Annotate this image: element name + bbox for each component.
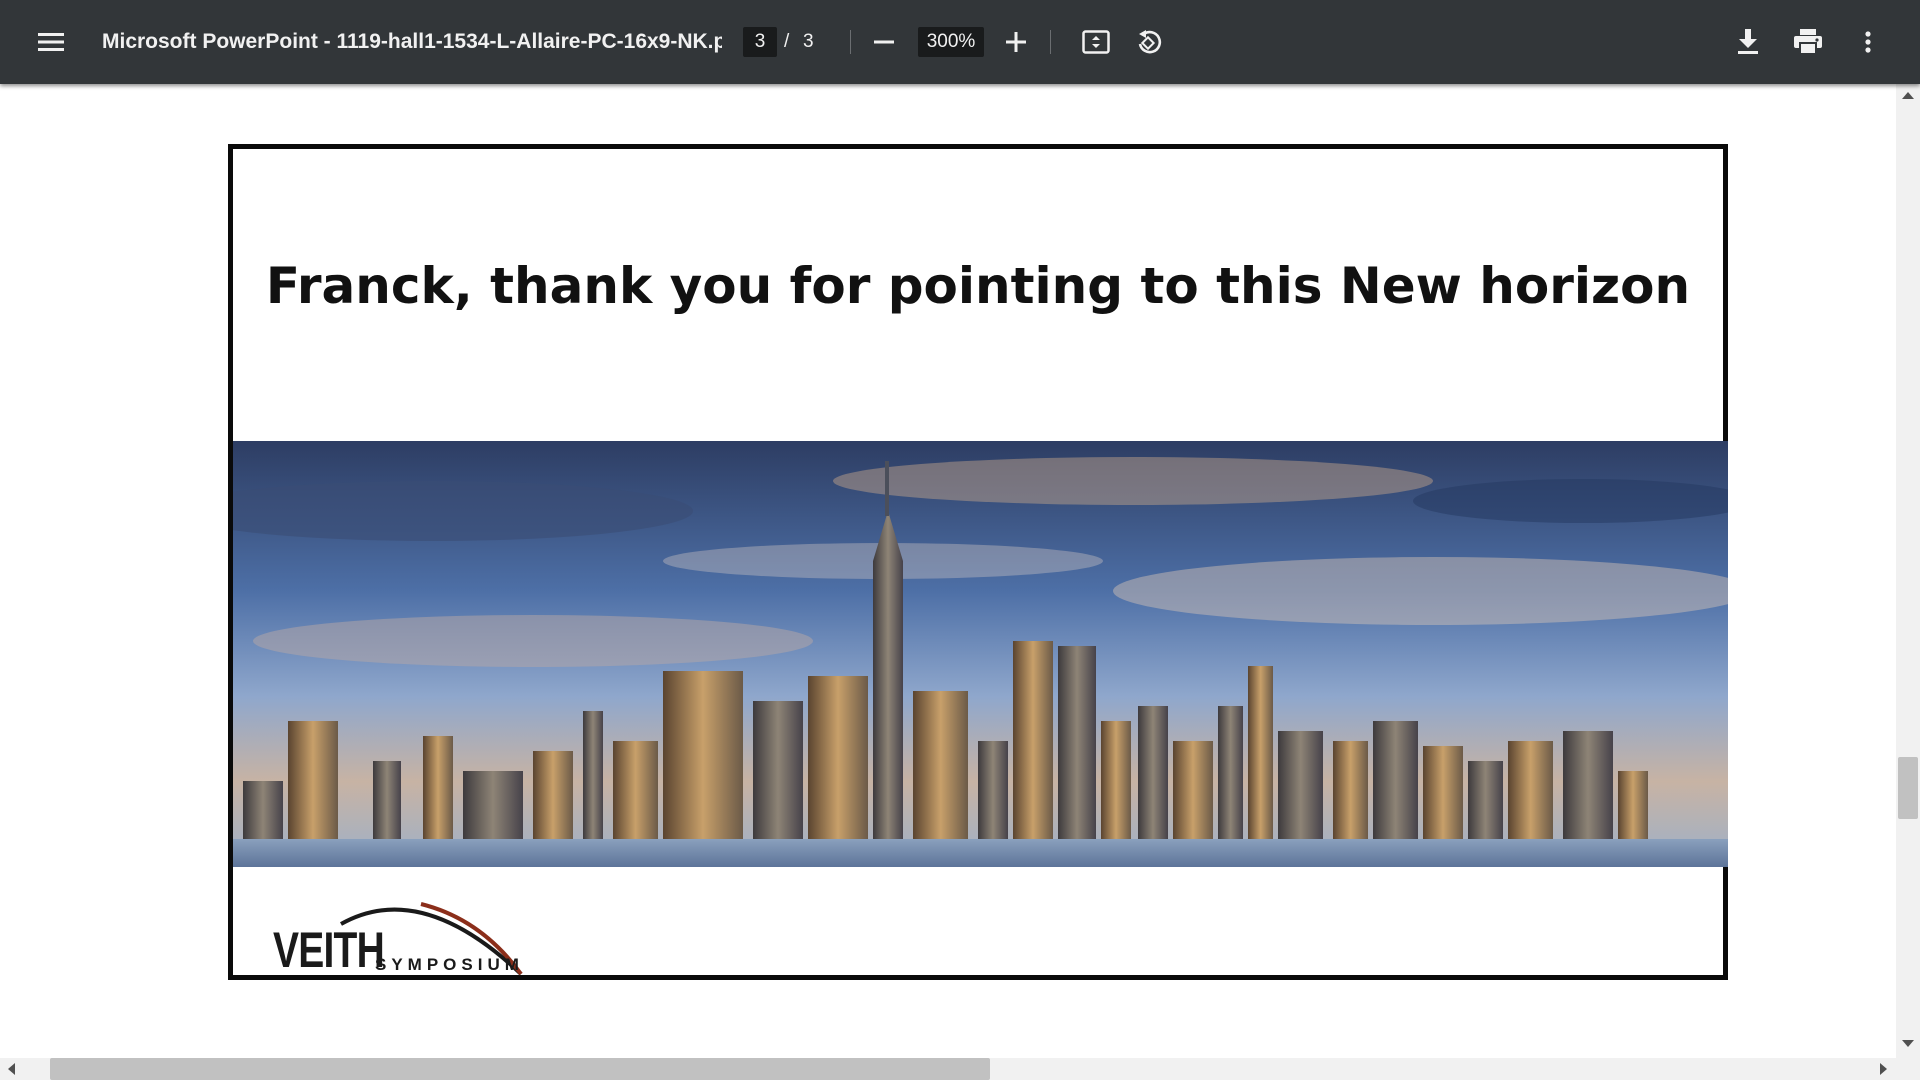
pdf-toolbar: Microsoft PowerPoint - 1119-hall1-1534-L… — [0, 0, 1920, 84]
document-viewer[interactable]: Franck, thank you for pointing to this N… — [0, 84, 1896, 1058]
current-page-input[interactable]: 3 — [743, 27, 777, 57]
scroll-right-arrow-icon[interactable] — [1880, 1063, 1887, 1075]
rotate-icon[interactable] — [1129, 22, 1169, 62]
print-icon[interactable] — [1788, 22, 1828, 62]
page-separator: / — [784, 31, 790, 52]
city-skyline-image — [233, 441, 1728, 867]
more-options-icon[interactable] — [1848, 22, 1888, 62]
scroll-down-arrow-icon[interactable] — [1902, 1040, 1914, 1047]
logo-word: VEITH — [273, 922, 385, 978]
logo-subtitle: SYMPOSIUM — [375, 955, 524, 974]
fit-to-page-icon[interactable] — [1076, 22, 1116, 62]
slide-page: Franck, thank you for pointing to this N… — [228, 144, 1728, 980]
vertical-scroll-thumb[interactable] — [1898, 757, 1918, 819]
slide-title: Franck, thank you for pointing to this N… — [265, 257, 1691, 315]
zoom-level-input[interactable]: 300% — [918, 27, 984, 57]
horizontal-scroll-thumb[interactable] — [50, 1058, 990, 1080]
veith-symposium-logo: VEITH SYMPOSIUM — [271, 889, 531, 979]
toolbar-divider — [850, 30, 851, 54]
scroll-up-arrow-icon[interactable] — [1902, 92, 1914, 99]
vertical-scrollbar[interactable] — [1896, 84, 1920, 1058]
document-title: Microsoft PowerPoint - 1119-hall1-1534-L… — [102, 30, 722, 53]
zoom-in-icon[interactable] — [996, 22, 1036, 62]
toolbar-divider — [1050, 30, 1051, 54]
download-icon[interactable] — [1728, 22, 1768, 62]
scroll-left-arrow-icon[interactable] — [8, 1063, 15, 1075]
total-pages: 3 — [803, 31, 814, 52]
hamburger-menu-icon[interactable] — [31, 22, 71, 62]
zoom-out-icon[interactable] — [864, 22, 904, 62]
